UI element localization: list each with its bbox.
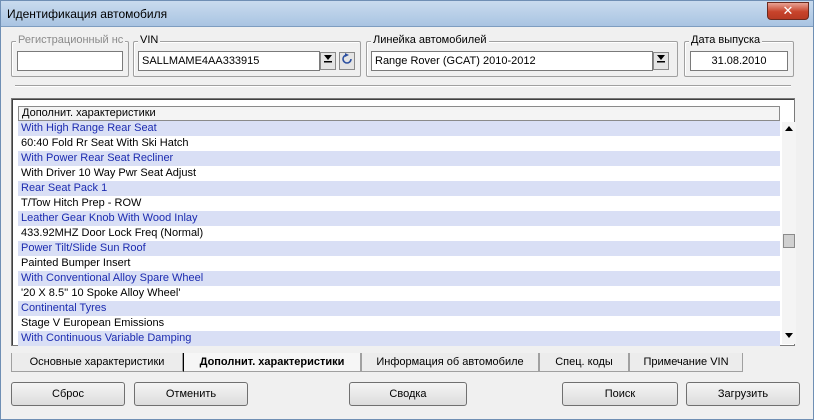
table-row[interactable]: With High Range Rear Seat: [18, 121, 780, 136]
release-date-label: Дата выпуска: [689, 34, 763, 46]
summary-button[interactable]: Сводка: [349, 382, 467, 406]
model-line-dropdown-button[interactable]: [653, 52, 669, 70]
table-row[interactable]: 60:40 Fold Rr Seat With Ski Hatch: [18, 136, 780, 151]
table-row[interactable]: With Power Rear Seat Recliner: [18, 151, 780, 166]
release-date-group: Дата выпуска 31.08.2010: [684, 34, 794, 77]
search-button[interactable]: Поиск: [562, 382, 678, 406]
table-row[interactable]: 433.92MHZ Door Lock Freq (Normal): [18, 226, 780, 241]
vin-input[interactable]: SALLMAME4AA333915: [138, 51, 320, 71]
table-row[interactable]: With Conventional Alloy Spare Wheel: [18, 271, 780, 286]
vin-group: VIN SALLMAME4AA333915: [133, 34, 361, 77]
cancel-button[interactable]: Отменить: [134, 382, 248, 406]
arrow-down-icon: [785, 333, 793, 338]
close-icon: ✕: [782, 3, 794, 18]
vin-refresh-button[interactable]: [339, 52, 355, 70]
table-row[interactable]: Stage V European Emissions: [18, 316, 780, 331]
vin-label: VIN: [138, 34, 161, 46]
grid-rows: With High Range Rear Seat 60:40 Fold Rr S…: [18, 121, 780, 346]
characteristics-grid: Дополнит. характеристики With High Range…: [11, 98, 796, 346]
tab-special-codes[interactable]: Спец. коды: [539, 353, 629, 372]
arrow-up-icon: [785, 126, 793, 131]
tab-vehicle-info[interactable]: Информация об автомобиле: [361, 353, 539, 372]
close-button[interactable]: ✕: [767, 2, 809, 20]
load-button[interactable]: Загрузить: [686, 382, 800, 406]
grid-column-header[interactable]: Дополнит. характеристики: [18, 106, 780, 121]
model-line-group: Линейка автомобилей Range Rover (GCAT) 2…: [366, 34, 678, 77]
refresh-icon: [342, 53, 352, 64]
tab-additional-characteristics[interactable]: Дополнит. характеристики: [183, 353, 361, 372]
table-row[interactable]: T/Tow Hitch Prep - ROW: [18, 196, 780, 211]
registration-group: Регистрационный нс: [11, 34, 129, 77]
vehicle-identification-window: Идентификация автомобиля ✕ Регистрационн…: [0, 0, 814, 420]
title-bar[interactable]: Идентификация автомобиля ✕: [1, 1, 813, 27]
table-row[interactable]: With Driver 10 Way Pwr Seat Adjust: [18, 166, 780, 181]
scroll-down-button[interactable]: [782, 330, 796, 344]
window-title: Идентификация автомобиля: [7, 7, 168, 21]
table-row[interactable]: '20 X 8.5'' 10 Spoke Alloy Wheel': [18, 286, 780, 301]
separator: [15, 85, 791, 87]
table-row[interactable]: Continental Tyres: [18, 301, 780, 316]
tab-vin-notes[interactable]: Примечание VIN: [629, 353, 743, 372]
table-row[interactable]: Power Tilt/Slide Sun Roof: [18, 241, 780, 256]
table-row[interactable]: Painted Bumper Insert: [18, 256, 780, 271]
scroll-up-button[interactable]: [782, 122, 796, 136]
table-row[interactable]: Rear Seat Pack 1: [18, 181, 780, 196]
scroll-thumb[interactable]: [783, 234, 795, 248]
tab-basic-characteristics[interactable]: Основные характеристики: [11, 353, 183, 372]
registration-label: Регистрационный нс: [16, 34, 126, 46]
dropdown-arrow-icon: [657, 55, 665, 63]
vin-dropdown-button[interactable]: [320, 52, 336, 70]
table-row[interactable]: With Continuous Variable Damping: [18, 331, 780, 346]
vertical-scrollbar[interactable]: [782, 122, 796, 344]
reset-button[interactable]: Сброс: [11, 382, 125, 406]
dropdown-arrow-icon: [324, 55, 332, 63]
model-line-label: Линейка автомобилей: [371, 34, 489, 46]
registration-input[interactable]: [17, 51, 123, 71]
model-line-input[interactable]: Range Rover (GCAT) 2010-2012: [371, 51, 653, 71]
table-row[interactable]: Leather Gear Knob With Wood Inlay: [18, 211, 780, 226]
release-date-input[interactable]: 31.08.2010: [690, 51, 788, 71]
